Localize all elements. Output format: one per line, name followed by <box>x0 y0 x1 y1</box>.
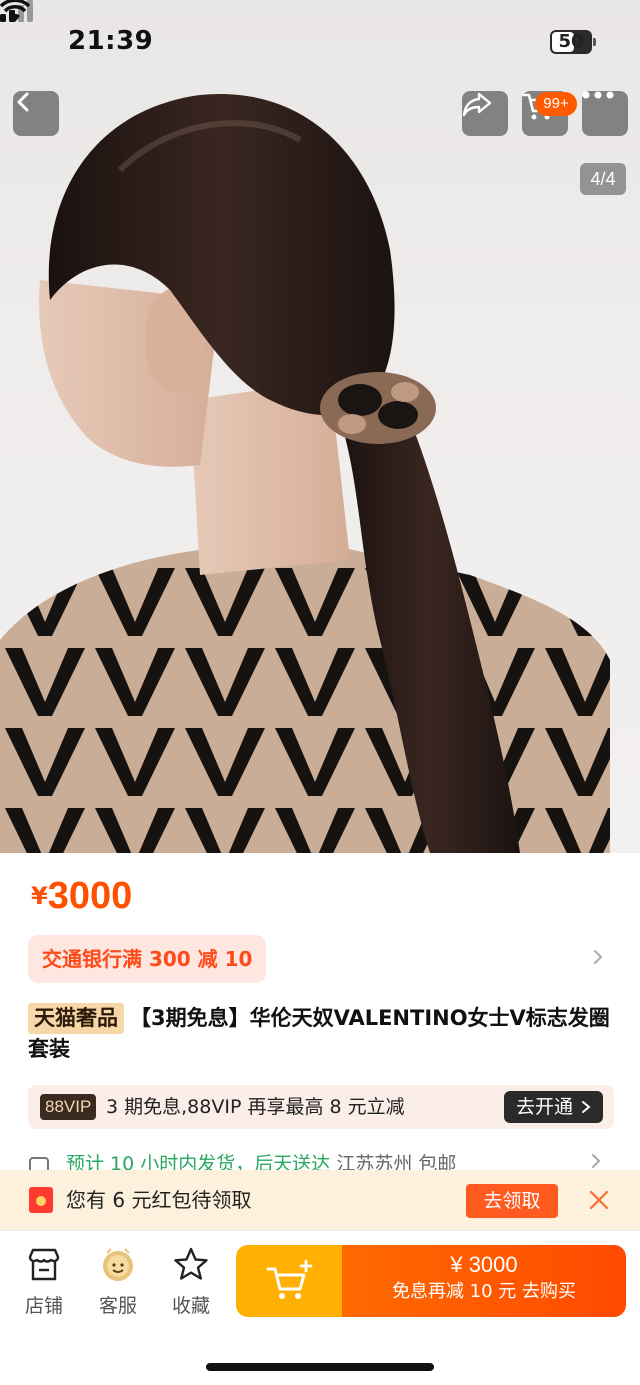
red-packet-bar: 您有 6 元红包待领取 去领取 <box>0 1170 640 1230</box>
add-to-cart-icon <box>266 1259 313 1299</box>
red-packet-icon <box>29 1187 53 1213</box>
bank-coupon[interactable]: 交通银行满 300 减 10 <box>28 935 267 983</box>
vip-promo-text: 3 期免息,88VIP 再享最高 8 元立减 <box>106 1096 405 1118</box>
bottom-action-bar: 店铺 客服 收藏 ¥ 3000 免息再减 10 元 去购买 <box>0 1230 640 1385</box>
status-bar: 21:39 50 <box>0 0 640 86</box>
more-button[interactable] <box>582 91 628 136</box>
customer-service-icon <box>103 1248 133 1281</box>
image-index-indicator: 4/4 <box>580 163 626 195</box>
price-symbol: ¥ <box>31 882 48 910</box>
store-tab[interactable]: 店铺 <box>14 1245 74 1318</box>
vip-badge: 88VIP <box>40 1094 97 1120</box>
purchase-actions: ¥ 3000 免息再减 10 元 去购买 <box>236 1245 626 1317</box>
product-page: 21:39 50 99+ 4/4 ¥3000 交通银行满 300 减 10 天猫… <box>0 0 640 1385</box>
customer-service-tab[interactable]: 客服 <box>88 1245 148 1318</box>
add-to-cart-button[interactable] <box>236 1245 342 1317</box>
vip-promo-row[interactable]: 88VIP 3 期免息,88VIP 再享最高 8 元立减 去开通 <box>28 1085 614 1129</box>
share-icon <box>462 92 492 117</box>
wifi-icon <box>0 0 30 22</box>
back-icon <box>17 92 29 112</box>
claim-red-packet-button[interactable]: 去领取 <box>466 1184 558 1218</box>
cart-count-badge: 99+ <box>535 92 577 116</box>
product-image[interactable]: 21:39 50 99+ 4/4 <box>0 0 640 853</box>
product-title: 天猫奢品 【3期免息】华伦天奴VALENTINO女士V标志发圈套装 <box>28 1003 618 1065</box>
buy-now-price: ¥ 3000 <box>450 1252 518 1277</box>
red-packet-text: 您有 6 元红包待领取 <box>66 1188 252 1212</box>
favorite-tab-label: 收藏 <box>171 1295 210 1317</box>
buy-now-subtitle: 免息再减 10 元 去购买 <box>391 1281 577 1302</box>
battery-level: 50 <box>558 31 584 52</box>
buy-now-button[interactable]: ¥ 3000 免息再减 10 元 去购买 <box>342 1245 626 1317</box>
status-time: 21:39 <box>68 26 154 56</box>
chevron-right-icon <box>582 1101 591 1113</box>
customer-service-tab-label: 客服 <box>98 1295 137 1317</box>
vip-activate-button[interactable]: 去开通 <box>504 1091 604 1123</box>
battery-icon: 50 <box>550 30 596 54</box>
favorite-tab[interactable]: 收藏 <box>161 1245 221 1318</box>
tmall-luxury-tag: 天猫奢品 <box>28 1003 124 1034</box>
star-icon <box>174 1247 208 1280</box>
chevron-right-icon[interactable] <box>590 949 606 965</box>
back-button[interactable] <box>13 91 59 136</box>
more-icon <box>582 91 614 99</box>
vip-activate-label: 去开通 <box>516 1096 574 1118</box>
store-tab-label: 店铺 <box>24 1295 63 1317</box>
close-icon[interactable] <box>588 1189 610 1211</box>
share-button[interactable] <box>462 91 508 136</box>
chevron-right-icon <box>592 1154 601 1168</box>
store-icon <box>28 1248 60 1281</box>
price: ¥3000 <box>31 875 132 918</box>
home-indicator[interactable] <box>206 1363 434 1371</box>
price-value: 3000 <box>47 875 133 917</box>
